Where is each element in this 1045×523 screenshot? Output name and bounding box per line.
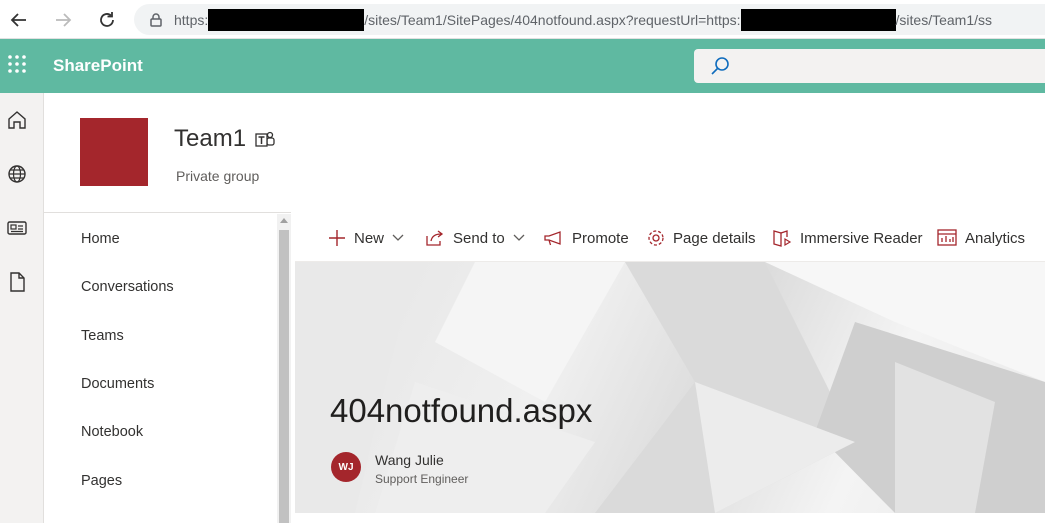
url-prefix: https: [174,11,209,28]
gear-icon [648,230,664,246]
chevron-down-icon [513,234,525,241]
site-logo[interactable] [80,118,148,186]
browser-toolbar: https: /sites/Team1/SitePages/404notfoun… [0,0,1045,39]
promote-label: Promote [572,229,629,247]
scroll-up-arrow[interactable] [280,218,288,223]
address-bar[interactable]: https: /sites/Team1/SitePages/404notfoun… [134,4,1045,35]
analytics-icon [937,229,957,246]
nav-item-documents[interactable]: Documents [81,376,154,392]
nav-item-conversations[interactable]: Conversations [81,279,174,295]
nav-item-teams[interactable]: Teams [81,328,124,344]
nav-item-home[interactable]: Home [81,231,120,247]
page-details-button[interactable]: Page details [647,226,756,250]
scrollbar-thumb[interactable] [279,230,289,523]
author-name[interactable]: Wang Julie [375,452,444,468]
url-middle: /sites/Team1/SitePages/404notfound.aspx?… [364,11,741,28]
reload-button[interactable] [95,8,119,32]
immersive-reader-button[interactable]: Immersive Reader [772,226,923,250]
redacted-host [208,8,365,31]
brand-name[interactable]: SharePoint [53,56,143,76]
analytics-button[interactable]: Analytics [937,226,1025,250]
share-icon [426,230,444,246]
lock-icon [150,12,162,27]
send-to-button[interactable]: Send to [425,226,525,250]
command-bar: New Send to Promote Page details Immersi… [295,214,1045,262]
plus-icon [329,230,345,246]
search-icon [711,57,729,75]
globe-icon[interactable] [6,163,28,185]
app-rail [0,93,44,523]
app-launcher-icon[interactable] [7,54,27,74]
news-icon[interactable] [6,217,28,239]
nav-item-pages[interactable]: Pages [81,473,122,489]
page-title: 404notfound.aspx [330,392,593,429]
immersive-reader-icon [773,230,792,247]
home-icon[interactable] [6,109,28,131]
immersive-reader-label: Immersive Reader [800,229,923,247]
back-button[interactable] [7,8,31,32]
reload-icon [100,12,114,27]
suite-bar: SharePoint [0,39,1045,93]
send-to-label: Send to [453,229,505,247]
new-label: New [354,229,385,247]
site-title[interactable]: Team1 [174,125,246,153]
page-details-label: Page details [673,229,756,247]
promote-button[interactable]: Promote [544,226,629,250]
redacted-host-2 [740,8,896,31]
author-avatar[interactable]: WJ [331,452,361,482]
url-suffix: /sites/Team1/ss [895,11,993,28]
megaphone-icon [544,231,561,246]
search-box[interactable] [694,49,1045,83]
new-button[interactable]: New [328,226,404,250]
left-navigation: Home Conversations Teams Documents Noteb… [44,212,291,523]
site-subtitle: Private group [176,168,260,184]
chevron-down-icon [392,234,404,241]
forward-button[interactable] [51,8,75,32]
nav-item-notebook[interactable]: Notebook [81,424,143,440]
analytics-label: Analytics [965,229,1026,247]
teams-icon[interactable] [255,130,275,150]
arrow-right-icon [56,13,72,27]
nav-scrollbar[interactable] [277,214,291,523]
file-icon[interactable] [6,271,28,293]
arrow-left-icon [10,13,26,27]
author-role: Support Engineer [375,472,469,486]
